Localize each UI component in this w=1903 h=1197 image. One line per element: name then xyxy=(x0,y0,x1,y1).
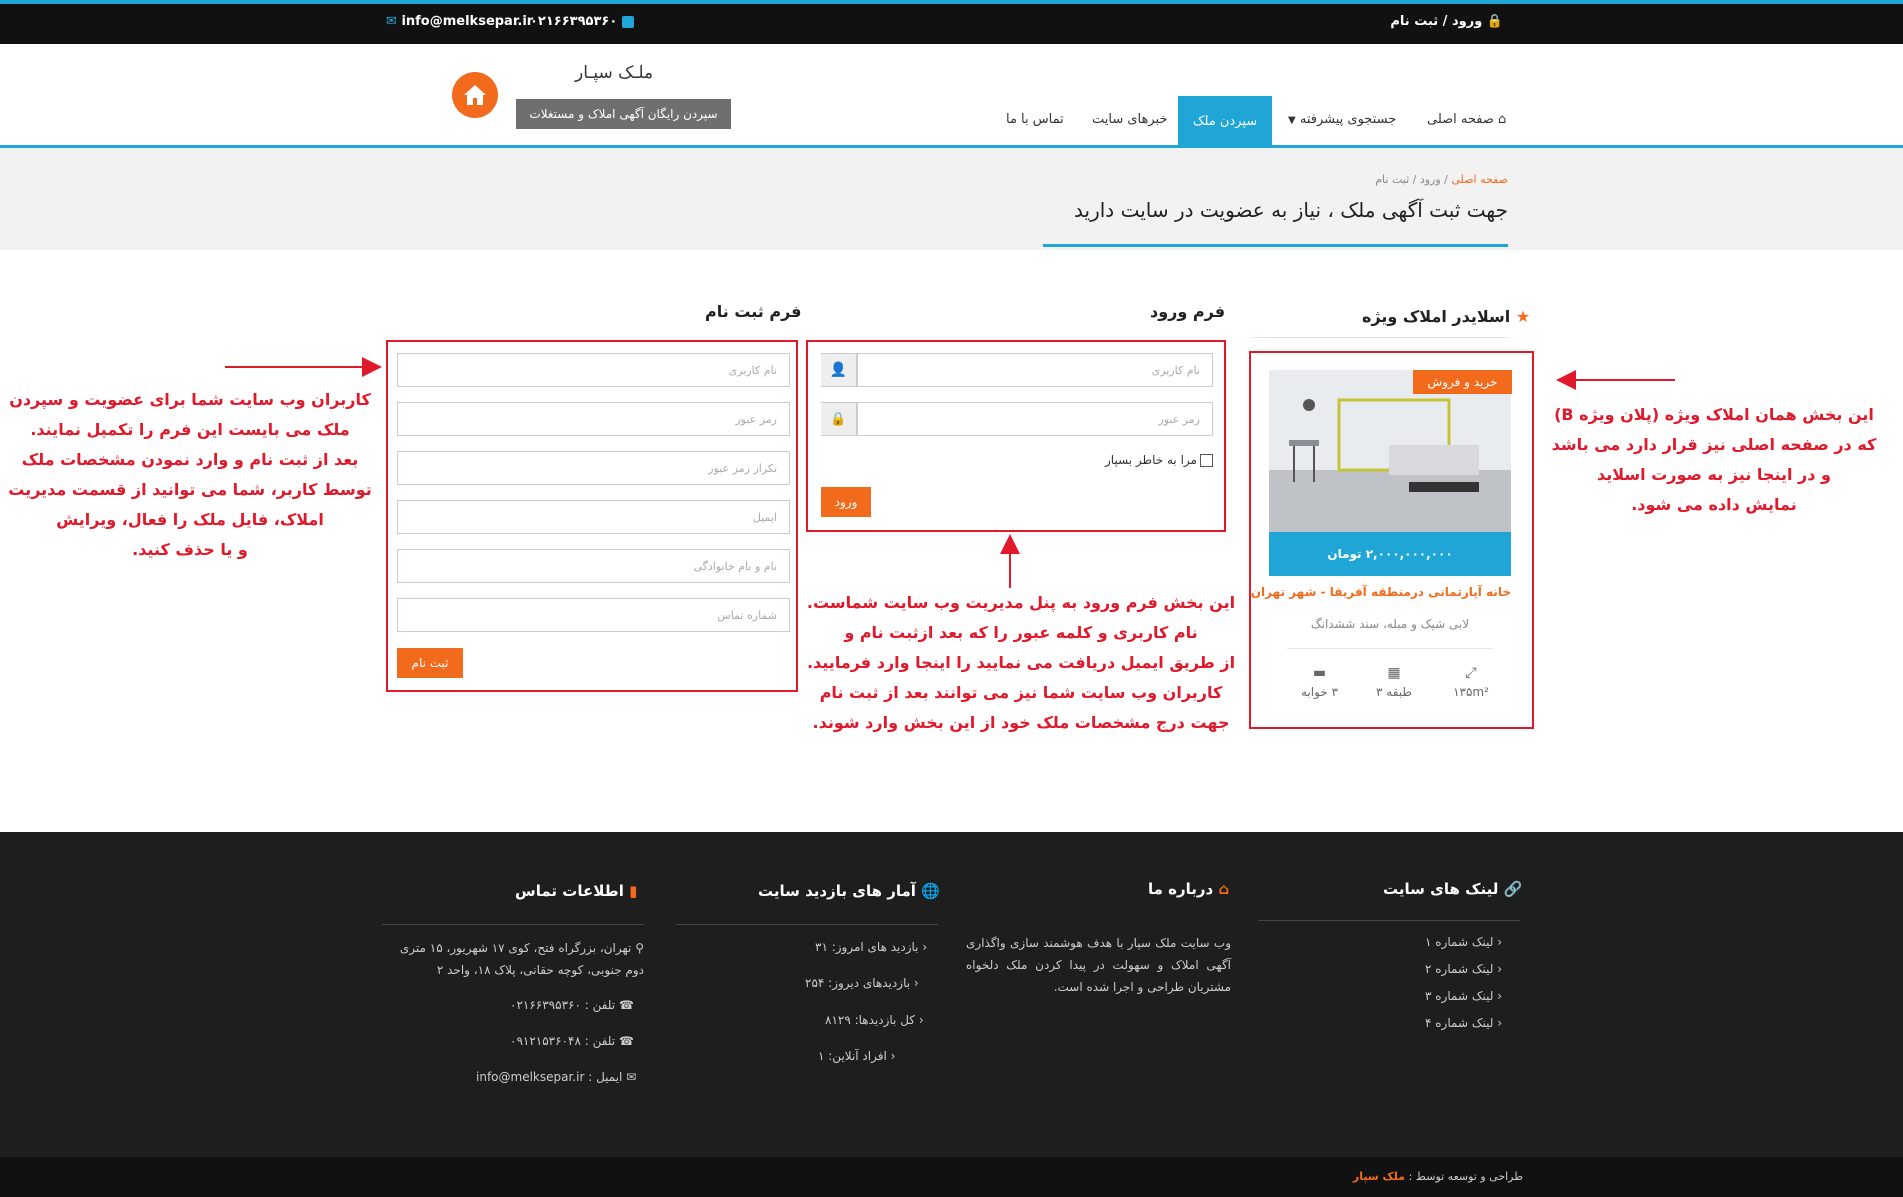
copyright-brand-link[interactable]: ملک سپار xyxy=(1353,1170,1405,1183)
footer-link-4[interactable]: ‹ لینک شماره ۴ xyxy=(1425,1016,1502,1030)
footer-about-title: ⌂ درباره ما xyxy=(1148,880,1230,898)
bookmark-icon: ▮ xyxy=(629,882,638,900)
footer-email[interactable]: ✉ ایمیل : info@melksepar.ir xyxy=(476,1070,636,1084)
copyright-bar xyxy=(0,1157,1903,1197)
envelope-icon: ✉ xyxy=(626,1070,637,1084)
link-icon: 🔗 xyxy=(1503,880,1523,898)
footer-links-line xyxy=(1258,920,1520,921)
home-icon: ⌂ xyxy=(1218,880,1230,898)
footer-link-2[interactable]: ‹ لینک شماره ۲ xyxy=(1425,962,1502,976)
footer-stats-title: 🌐 آمار های بازدید سایت xyxy=(758,882,940,900)
site-footer xyxy=(0,832,1903,1157)
globe-icon: 🌐 xyxy=(921,882,940,900)
footer-stat-online: ‹ افراد آنلاین: ۱ xyxy=(818,1049,896,1063)
copyright-text: طراحی و توسعه توسط : ملک سپار xyxy=(1352,1170,1523,1183)
footer-mobile: ☎ تلفن : ۰۹۱۲۱۵۳۶۰۴۸ xyxy=(510,1034,634,1048)
footer-link-1[interactable]: ‹ لینک شماره ۱ xyxy=(1425,935,1502,949)
footer-address: ⚲ تهران، بزرگراه فتح، کوی ۱۷ شهریور، ۱۵ … xyxy=(399,941,644,977)
footer-link-3[interactable]: ‹ لینک شماره ۳ xyxy=(1425,989,1502,1003)
phone-icon: ☎ xyxy=(618,1034,634,1048)
footer-stat-yesterday: ‹ بازدیدهای دیروز: ۲۵۴ xyxy=(805,976,919,990)
footer-contact-line xyxy=(382,924,644,925)
footer-stat-today: ‹ بازدید های امروز: ۳۱ xyxy=(815,940,928,954)
footer-about-text: وب سایت ملک سپار با هدف هوشمند سازی واگذ… xyxy=(966,936,1231,994)
map-marker-icon: ⚲ xyxy=(635,941,644,955)
footer-contact-title: ▮ اطلاعات تماس xyxy=(515,882,638,900)
footer-phone: ☎ تلفن : ۰۲۱۶۶۳۹۵۳۶۰ xyxy=(510,998,634,1012)
footer-stat-total: ‹ کل بازدیدها: ۸۱۲۹ xyxy=(825,1013,924,1027)
phone-icon: ☎ xyxy=(618,998,634,1012)
footer-stats-line xyxy=(676,924,938,925)
footer-links-title: 🔗 لینک های سایت xyxy=(1383,880,1523,898)
